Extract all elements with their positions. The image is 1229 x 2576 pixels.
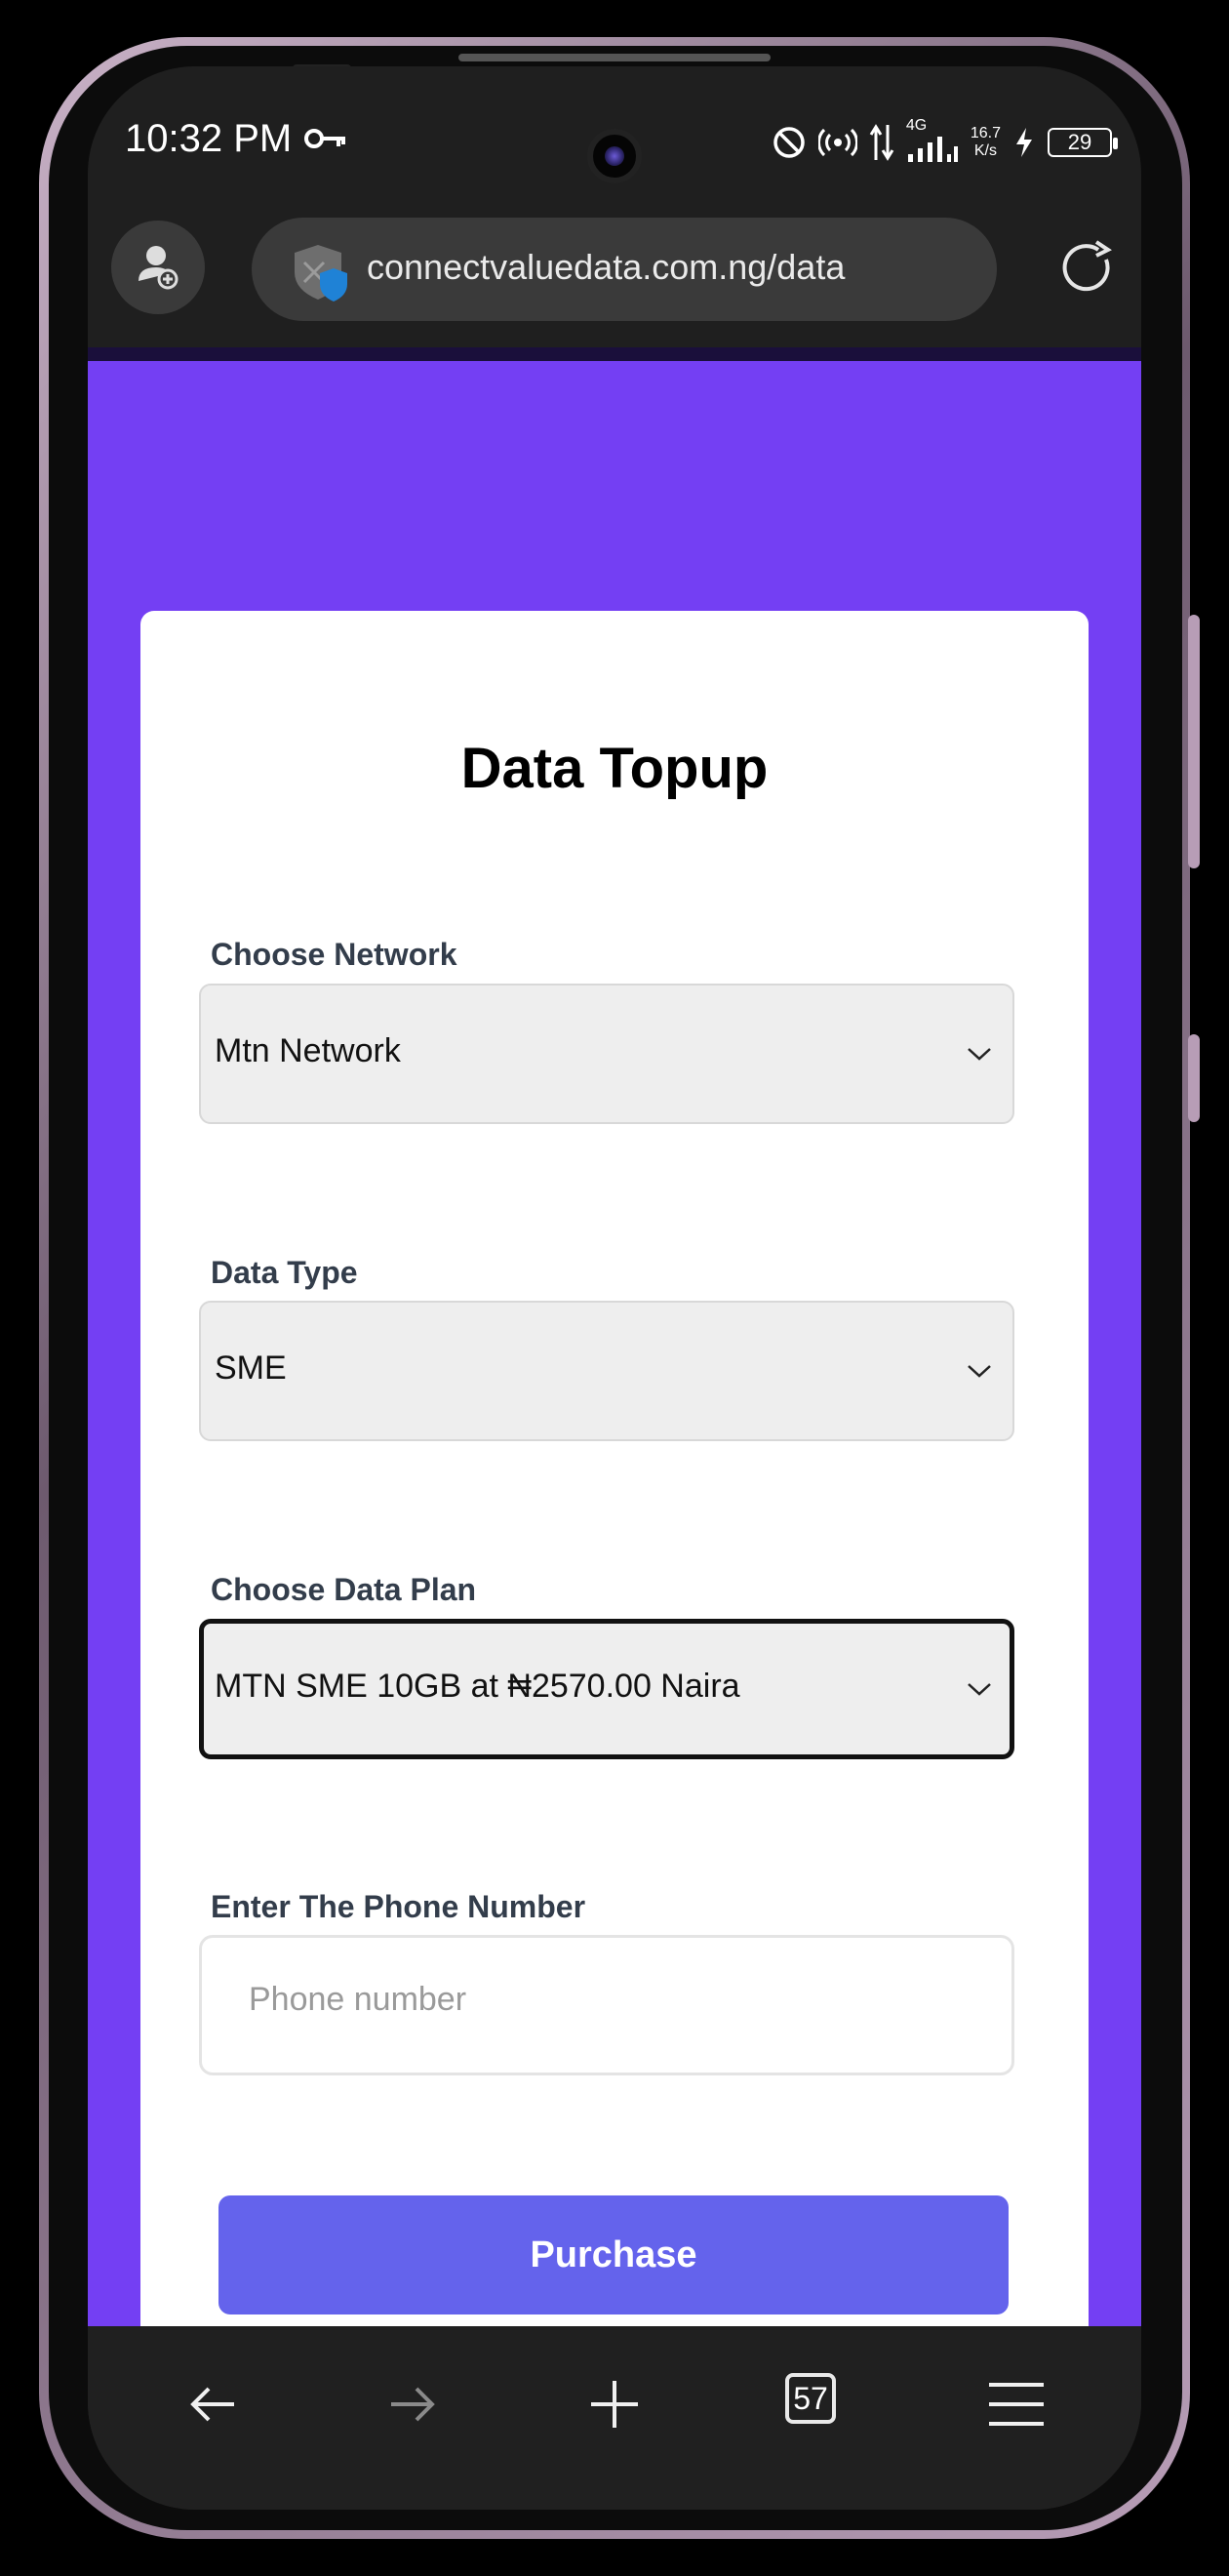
back-button[interactable] [174, 2365, 252, 2443]
network-select-value: Mtn Network [215, 1032, 401, 1069]
browser-toolbar: connectvaluedata.com.ng/data [88, 213, 1141, 357]
phone-field[interactable] [199, 1935, 1014, 2075]
tabs-button[interactable]: 57 [782, 2365, 860, 2443]
chevron-down-icon [968, 1365, 991, 1378]
phone-label: Enter The Phone Number [211, 1889, 586, 1924]
front-camera [587, 129, 642, 183]
status-icons: 4G 16.7 K/s 29 [772, 117, 1118, 162]
chevron-down-icon [968, 1048, 991, 1061]
hotspot-icon [817, 128, 857, 157]
chevron-down-icon [968, 1683, 991, 1696]
web-page: Data Topup Choose Network Mtn Network Da… [88, 347, 1141, 2326]
browser-bottom-nav: 57 [88, 2326, 1141, 2510]
topup-card: Data Topup Choose Network Mtn Network Da… [140, 611, 1089, 2326]
url-text: connectvaluedata.com.ng/data [367, 247, 846, 287]
new-tab-button[interactable] [575, 2365, 654, 2443]
purchase-button[interactable]: Purchase [218, 2195, 1009, 2314]
data-plan-select[interactable]: MTN SME 10GB at ₦2570.00 Naira [199, 1619, 1014, 1759]
data-plan-select-value: MTN SME 10GB at ₦2570.00 Naira [215, 1668, 740, 1705]
data-type-select-value: SME [215, 1349, 287, 1387]
network-label: Choose Network [211, 937, 457, 972]
dnd-icon [773, 127, 805, 158]
data-arrows-icon [869, 124, 894, 161]
power-button [1188, 1034, 1200, 1122]
phone-input[interactable] [249, 1981, 951, 2019]
volume-button [1188, 615, 1200, 868]
battery-icon: 29 [1048, 128, 1118, 157]
status-time: 10:32 PM [125, 117, 293, 160]
reload-icon [1062, 240, 1112, 292]
data-type-label: Data Type [211, 1255, 358, 1290]
signal-icon: 4G [906, 117, 959, 162]
speaker-grille [458, 54, 771, 61]
network-speed: 16.7 K/s [971, 125, 1001, 160]
forward-button[interactable] [374, 2365, 452, 2443]
profile-add-icon [139, 246, 178, 290]
speed-unit: K/s [973, 142, 997, 159]
page-title: Data Topup [460, 737, 769, 800]
menu-icon [989, 2383, 1044, 2426]
network-select[interactable]: Mtn Network [199, 984, 1014, 1124]
plus-icon [591, 2381, 638, 2428]
address-bar[interactable]: connectvaluedata.com.ng/data [252, 218, 997, 321]
back-arrow-icon [190, 2387, 234, 2422]
data-plan-label: Choose Data Plan [211, 1572, 477, 1607]
status-bar: 10:32 PM 4G 16.7 K/s 29 [88, 66, 1141, 213]
data-type-select[interactable]: SME [199, 1301, 1014, 1441]
reload-button[interactable] [1042, 221, 1135, 314]
charging-icon [1016, 128, 1032, 157]
shield-icon [295, 245, 347, 302]
tabs-icon: 57 [785, 2373, 836, 2424]
key-icon [304, 129, 345, 148]
profile-button[interactable] [111, 221, 205, 314]
speed-value: 16.7 [970, 125, 1001, 141]
menu-button[interactable] [977, 2365, 1055, 2443]
forward-arrow-icon [391, 2387, 435, 2422]
phone-screen: 10:32 PM 4G 16.7 K/s 29 connectvaluedata… [88, 66, 1141, 2510]
